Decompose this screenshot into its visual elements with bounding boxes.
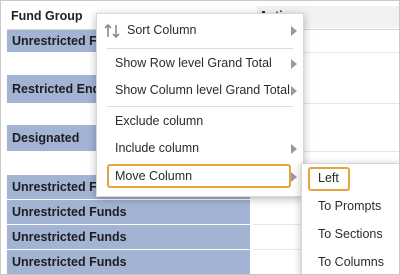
menu-item-sort-column[interactable]: Sort Column — [97, 18, 303, 42]
menu-divider — [107, 106, 293, 107]
submenu-item-to-columns[interactable]: To Columns — [302, 250, 399, 274]
row-label: Unrestricted F — [12, 34, 97, 48]
row-label: Designated — [12, 131, 80, 145]
menu-item-show-column-grand-total[interactable]: Show Column level Grand Total — [97, 78, 303, 102]
menu-item-include-column[interactable]: Include column — [97, 136, 303, 160]
sort-icon — [104, 23, 120, 39]
submenu-arrow-icon — [291, 59, 297, 69]
pivot-table-view: Fund Group Acti Unrestricted F Restricte… — [0, 0, 400, 275]
column-header-fund-group[interactable]: Fund Group — [11, 9, 83, 23]
submenu-item-label: To Sections — [318, 227, 383, 241]
submenu-arrow-icon — [291, 86, 297, 96]
menu-item-label: Include column — [115, 141, 200, 155]
row-label: Unrestricted Funds — [12, 205, 127, 219]
table-row[interactable]: Unrestricted Funds — [7, 250, 250, 274]
submenu-item-left[interactable]: Left — [302, 166, 399, 191]
menu-item-label: Move Column — [115, 169, 193, 183]
menu-item-move-column[interactable]: Move Column — [97, 164, 303, 188]
submenu-arrow-icon — [291, 144, 297, 154]
table-row[interactable]: Unrestricted Funds — [7, 225, 250, 249]
table-row[interactable]: Unrestricted Funds — [7, 200, 250, 224]
column-context-menu: Sort Column Show Row level Grand Total S… — [96, 13, 304, 197]
submenu-arrow-icon — [291, 26, 297, 36]
row-label: Unrestricted Funds — [12, 230, 127, 244]
menu-divider — [107, 48, 293, 49]
submenu-item-label: To Prompts — [318, 199, 382, 213]
menu-item-label: Show Row level Grand Total — [115, 56, 272, 70]
submenu-item-to-prompts[interactable]: To Prompts — [302, 194, 399, 218]
menu-item-show-row-grand-total[interactable]: Show Row level Grand Total — [97, 51, 303, 75]
submenu-item-label: To Columns — [318, 255, 384, 269]
row-label: Restricted End — [12, 82, 101, 96]
submenu-item-label: Left — [318, 171, 339, 185]
row-label: Unrestricted F — [12, 180, 97, 194]
menu-item-label: Show Column level Grand Total — [115, 83, 290, 97]
move-column-submenu: Left To Prompts To Sections To Columns — [301, 163, 399, 274]
menu-item-label: Exclude column — [115, 114, 204, 128]
submenu-item-to-sections[interactable]: To Sections — [302, 222, 399, 246]
submenu-arrow-icon — [291, 172, 297, 182]
row-label: Unrestricted Funds — [12, 255, 127, 269]
menu-item-exclude-column[interactable]: Exclude column — [97, 109, 303, 133]
menu-item-label: Sort Column — [127, 23, 197, 37]
